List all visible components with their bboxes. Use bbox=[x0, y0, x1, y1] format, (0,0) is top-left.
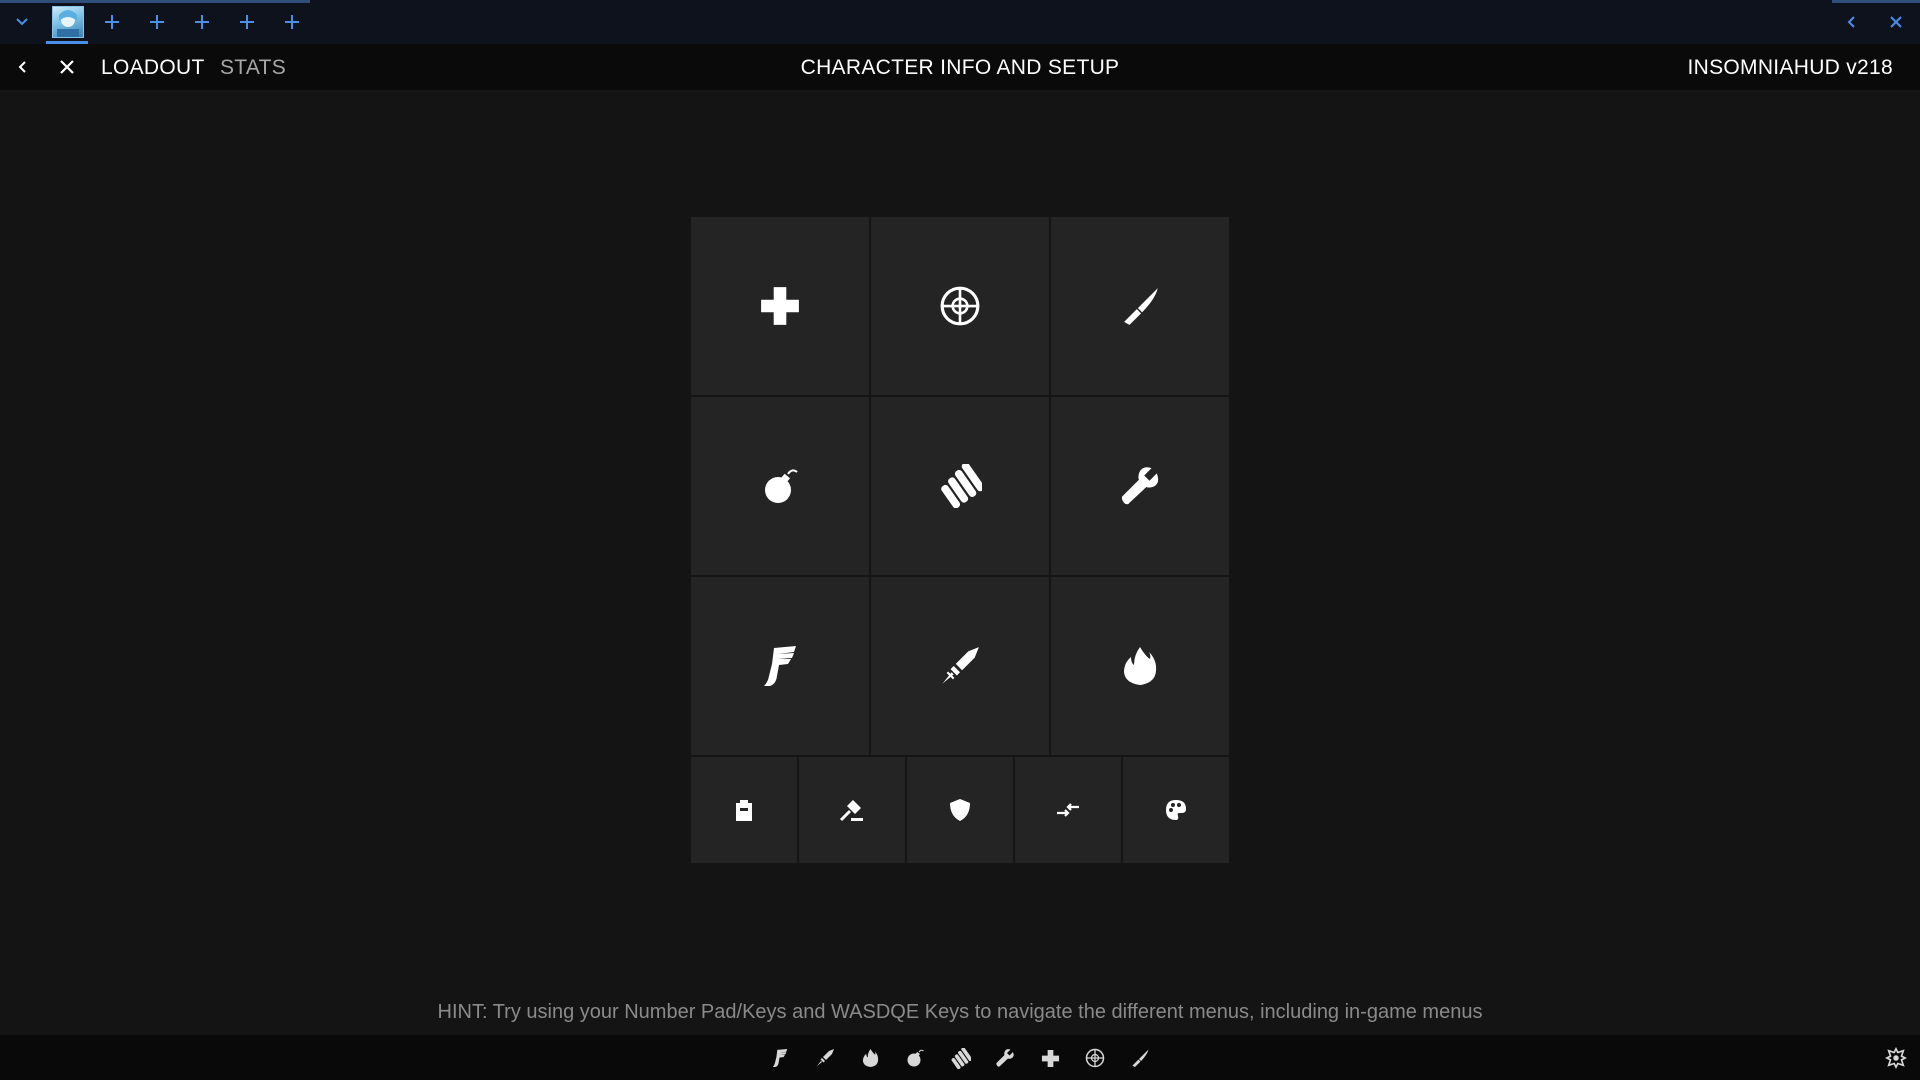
grenade-icon bbox=[765, 469, 798, 503]
loadout-slot-deployable[interactable] bbox=[1051, 397, 1229, 575]
loadout-slot-customize[interactable] bbox=[1123, 757, 1229, 863]
plus-icon bbox=[195, 15, 209, 29]
wrench-icon bbox=[996, 1049, 1014, 1067]
ammo-icon bbox=[941, 464, 982, 508]
medic-cross-icon bbox=[1041, 1049, 1059, 1067]
menu-dropdown-button[interactable] bbox=[4, 6, 40, 38]
swap-arrows-icon bbox=[1057, 803, 1079, 817]
loadout-slot-injector[interactable] bbox=[871, 577, 1049, 755]
tab-strip-top-border bbox=[0, 0, 310, 3]
loadout-slot-ammo[interactable] bbox=[871, 397, 1049, 575]
chevron-down-icon bbox=[16, 18, 28, 26]
new-tab-button-3[interactable] bbox=[184, 6, 220, 38]
tab-strip-top-border-right bbox=[1832, 0, 1920, 3]
page-title: CHARACTER INFO AND SETUP bbox=[800, 56, 1120, 79]
quick-perks-button[interactable] bbox=[768, 1046, 792, 1070]
emblem-icon bbox=[1885, 1047, 1907, 1069]
loadout-slot-primary[interactable] bbox=[871, 217, 1049, 395]
new-tab-button-5[interactable] bbox=[274, 6, 310, 38]
loadout-slot-throwable[interactable] bbox=[691, 397, 869, 575]
new-tab-button-1[interactable] bbox=[94, 6, 130, 38]
plus-icon bbox=[240, 15, 254, 29]
tab-strip-back-button[interactable] bbox=[1834, 6, 1870, 38]
avatar-image bbox=[57, 10, 79, 37]
winged-boot-icon bbox=[764, 646, 796, 686]
chevron-left-icon bbox=[1847, 16, 1855, 28]
emblem-button[interactable] bbox=[1884, 1046, 1908, 1070]
medic-cross-icon bbox=[761, 287, 799, 325]
winged-boot-icon bbox=[772, 1049, 788, 1067]
quick-skills-button[interactable] bbox=[858, 1046, 882, 1070]
fire-icon bbox=[862, 1049, 878, 1067]
quick-medic-button[interactable] bbox=[1038, 1046, 1062, 1070]
quick-deployable-button[interactable] bbox=[993, 1046, 1017, 1070]
quick-melee-button[interactable] bbox=[1128, 1046, 1152, 1070]
backpack-icon bbox=[736, 800, 752, 821]
bottom-quick-bar bbox=[0, 1035, 1920, 1080]
palette-icon bbox=[1166, 800, 1186, 820]
loadout-slot-bag[interactable] bbox=[691, 757, 797, 863]
plus-icon bbox=[150, 15, 164, 29]
gavel-icon bbox=[839, 800, 863, 822]
syringe-icon bbox=[942, 647, 979, 684]
close-icon bbox=[1890, 16, 1902, 28]
quick-ammo-button[interactable] bbox=[948, 1046, 972, 1070]
grenade-icon bbox=[907, 1049, 924, 1067]
tab-strip-close-button[interactable] bbox=[1878, 6, 1914, 38]
loadout-slot-medic[interactable] bbox=[691, 217, 869, 395]
knife-icon bbox=[1124, 288, 1158, 325]
loadout-slot-gavel[interactable] bbox=[799, 757, 905, 863]
crosshair-icon bbox=[1085, 1048, 1105, 1068]
new-tab-button-4[interactable] bbox=[229, 6, 265, 38]
version-label: INSOMNIAHUD v218 bbox=[1687, 56, 1893, 79]
quick-throwable-button[interactable] bbox=[903, 1046, 927, 1070]
shield-icon bbox=[950, 799, 970, 821]
loadout-slot-armor[interactable] bbox=[907, 757, 1013, 863]
loadout-slot-melee[interactable] bbox=[1051, 217, 1229, 395]
loadout-slot-swap[interactable] bbox=[1015, 757, 1121, 863]
syringe-icon bbox=[816, 1049, 834, 1067]
profile-tab-avatar[interactable] bbox=[52, 6, 84, 38]
page-header: LOADOUT STATS CHARACTER INFO AND SETUP I… bbox=[0, 44, 1920, 90]
tab-strip bbox=[0, 0, 1920, 44]
hint-text: HINT: Try using your Number Pad/Keys and… bbox=[437, 1001, 1483, 1023]
crosshair-icon bbox=[940, 286, 980, 326]
loadout-slot-perks[interactable] bbox=[691, 577, 869, 755]
loadout-slot-skills[interactable] bbox=[1051, 577, 1229, 755]
plus-icon bbox=[285, 15, 299, 29]
quick-primary-button[interactable] bbox=[1083, 1046, 1107, 1070]
quick-injector-button[interactable] bbox=[813, 1046, 837, 1070]
ammo-icon bbox=[951, 1047, 971, 1069]
knife-icon bbox=[1132, 1049, 1149, 1067]
plus-icon bbox=[105, 15, 119, 29]
fire-icon bbox=[1124, 647, 1157, 685]
wrench-icon bbox=[1121, 467, 1159, 505]
loadout-grid bbox=[691, 217, 1229, 863]
new-tab-button-2[interactable] bbox=[139, 6, 175, 38]
